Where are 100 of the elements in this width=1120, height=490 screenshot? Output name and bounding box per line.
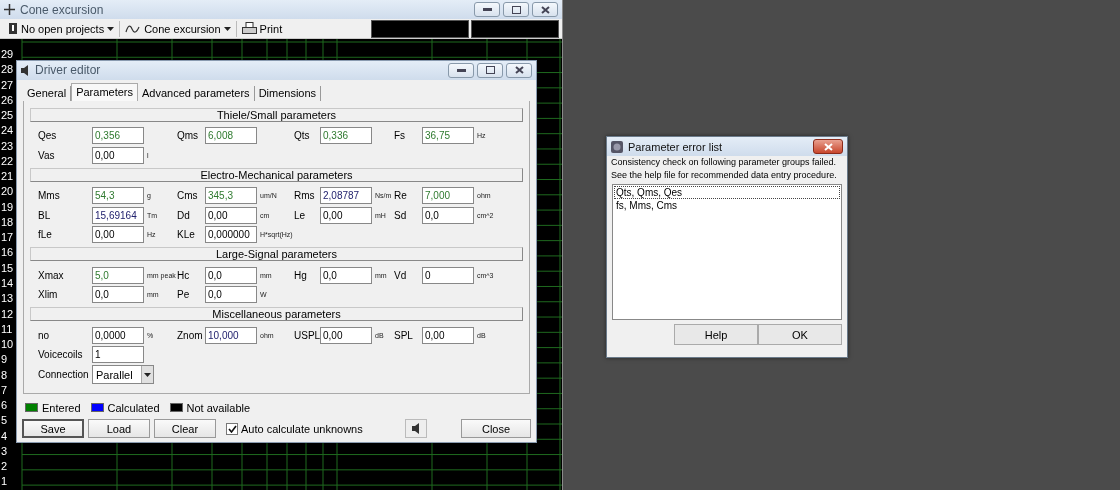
field-label: Rms: [294, 190, 315, 202]
axis-label: 15: [0, 260, 15, 276]
parameter-field[interactable]: 15,69164: [92, 206, 144, 224]
close-icon: [514, 66, 524, 75]
close-button[interactable]: [813, 139, 843, 154]
parameter-field[interactable]: 0: [422, 266, 474, 284]
printer-icon: [241, 22, 257, 35]
message-text: See the help file for recommended data entry procedure.: [611, 169, 837, 182]
parameter-field[interactable]: 0,0: [205, 266, 257, 284]
tab[interactable]: Advanced parameters: [138, 85, 255, 101]
axis-label: 17: [0, 230, 15, 246]
auto-calculate-checkbox[interactable]: Auto calculate unknowns: [220, 422, 363, 435]
dialog-button[interactable]: OK: [758, 324, 842, 345]
parameter-field[interactable]: 345,3: [205, 187, 257, 205]
parameter-field[interactable]: 0,0: [320, 266, 372, 284]
parameter-field[interactable]: 0,00: [320, 326, 372, 344]
axis-label: 26: [0, 92, 15, 108]
axis-label: 16: [0, 245, 15, 261]
parameter-field[interactable]: 0,00: [92, 226, 144, 244]
dropdown-button[interactable]: No open projects: [3, 19, 120, 38]
maximize-icon: [485, 66, 495, 75]
minimize-icon: [482, 8, 492, 11]
legend-label: Calculated: [107, 401, 160, 414]
axis-label: 2: [0, 459, 9, 475]
axis-label: 1: [0, 474, 9, 490]
parameter-field[interactable]: 5,0: [92, 266, 144, 284]
axis-label: 29: [0, 47, 15, 62]
axis-label: 23: [0, 138, 15, 154]
dropdown-button[interactable]: Cone excursion: [120, 19, 236, 38]
legend-label: Not available: [186, 401, 251, 414]
window-title: Driver editor: [35, 63, 101, 78]
window-title: Cone excursion: [20, 2, 104, 17]
parameter-field[interactable]: 6,008: [205, 127, 257, 145]
dialog-button[interactable]: Clear: [154, 419, 216, 438]
axis-label: 3: [0, 443, 9, 459]
field-label: no: [38, 329, 50, 341]
parameter-field[interactable]: 10,000: [205, 326, 257, 344]
axis-label: 24: [0, 123, 15, 139]
parameter-field[interactable]: 0,0000: [92, 326, 144, 344]
field-label: Cms: [177, 190, 198, 202]
field-label: Vas: [38, 149, 55, 161]
axis-label: 10: [0, 337, 15, 353]
parameter-field[interactable]: 36,75: [422, 127, 474, 145]
document-icon: [8, 22, 18, 35]
maximize-icon: [511, 5, 521, 14]
speaker-button[interactable]: [405, 419, 427, 438]
dialog-button[interactable]: Save: [22, 419, 84, 438]
parameter-field[interactable]: 54,3: [92, 187, 144, 205]
app-icon: [611, 140, 623, 153]
parameter-field[interactable]: 0,00: [320, 206, 372, 224]
window-title: Parameter error list: [628, 140, 723, 153]
section-header: Thiele/Small parameters: [30, 107, 523, 122]
dialog-button[interactable]: Load: [88, 419, 150, 438]
axis-label: 27: [0, 77, 15, 93]
field-label: Vd: [394, 269, 407, 281]
list-item[interactable]: fs, Mms, Cms: [614, 199, 840, 212]
legend-label: Entered: [42, 401, 81, 414]
field-label: Xlim: [38, 289, 58, 301]
parameter-field[interactable]: 0,336: [320, 127, 372, 145]
close-button[interactable]: Close: [461, 419, 531, 438]
parameter-field[interactable]: 0,00: [92, 146, 144, 164]
tab[interactable]: Dimensions: [254, 85, 322, 101]
speaker-icon: [411, 423, 421, 434]
maximize-button[interactable]: [503, 2, 529, 17]
minimize-button[interactable]: [448, 62, 474, 78]
axis-label: 4: [0, 428, 9, 444]
check-icon: [227, 424, 237, 433]
field-label: Znom: [177, 329, 203, 341]
parameter-field[interactable]: 0,00: [422, 326, 474, 344]
connection-dropdown[interactable]: Parallel: [92, 365, 154, 385]
axis-label: 5: [0, 413, 9, 429]
field-label: Qes: [38, 130, 57, 142]
field-label: Pe: [177, 289, 190, 301]
dialog-button[interactable]: Help: [674, 324, 758, 345]
close-icon: [540, 5, 550, 14]
parameter-field[interactable]: 0,0: [205, 286, 257, 304]
axis-label: 28: [0, 62, 15, 78]
caret-icon: [223, 26, 231, 31]
close-button[interactable]: [532, 2, 558, 17]
parameter-field[interactable]: 0,0: [422, 206, 474, 224]
parameter-field[interactable]: 0,00: [205, 206, 257, 224]
axis-label: 12: [0, 306, 15, 322]
minimize-button[interactable]: [474, 2, 500, 17]
parameter-field[interactable]: 0,356: [92, 127, 144, 145]
parameter-field[interactable]: 7,000: [422, 187, 474, 205]
tab[interactable]: Parameters: [71, 82, 138, 101]
parameter-field[interactable]: 2,08787: [320, 187, 372, 205]
field-label: SPL: [394, 329, 413, 341]
section-header: Electro-Mechanical parameters: [30, 167, 523, 182]
parameter-field[interactable]: 0,0: [92, 286, 144, 304]
list-item[interactable]: Qts, Qms, Qes: [614, 186, 840, 199]
maximize-button[interactable]: [477, 62, 503, 78]
toolbar-button[interactable]: Print: [236, 19, 288, 38]
close-button[interactable]: [506, 62, 532, 78]
parameter-field[interactable]: 0,000000: [205, 226, 257, 244]
section-header: Large-Signal parameters: [30, 247, 523, 262]
field-label: Connection: [38, 369, 89, 381]
axis-label: 9: [0, 352, 9, 368]
field-label: Le: [294, 209, 306, 221]
parameter-field[interactable]: 1: [92, 346, 144, 364]
